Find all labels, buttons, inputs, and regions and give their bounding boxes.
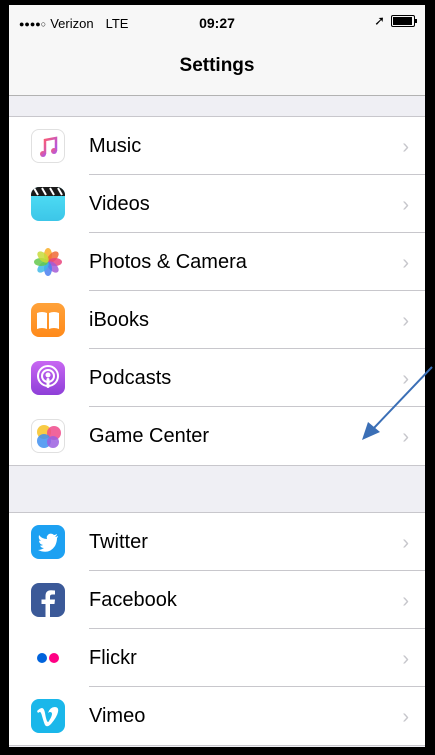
annotation-arrow [362,366,433,440]
